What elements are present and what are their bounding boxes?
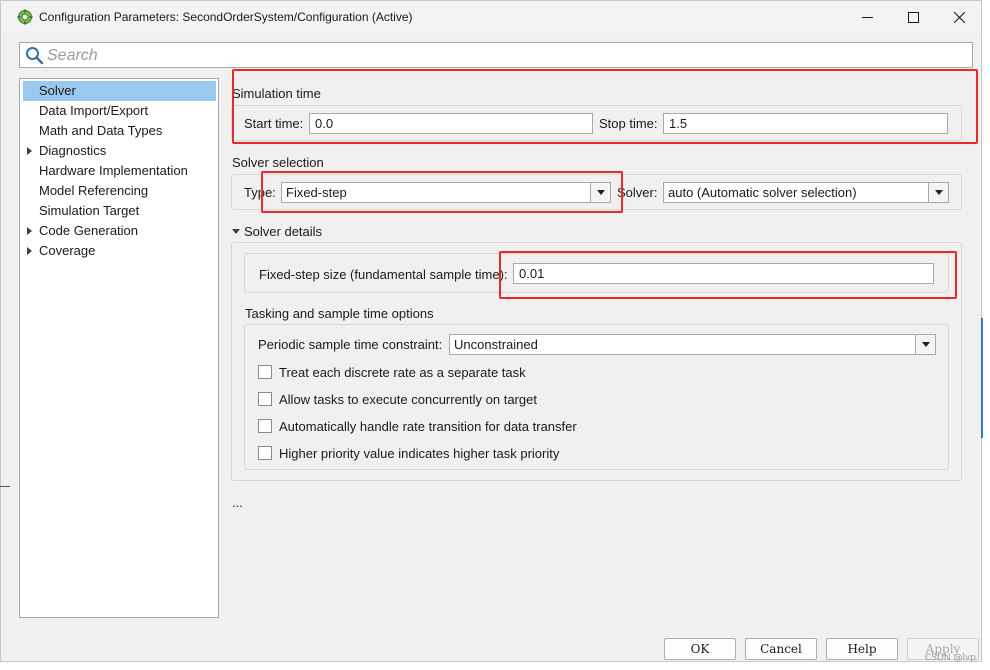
- start-time-label: Start time:: [244, 116, 304, 131]
- periodic-constraint-value: Unconstrained: [454, 337, 538, 352]
- checkbox-label: Higher priority value indicates higher t…: [279, 445, 560, 461]
- window-title: Configuration Parameters: SecondOrderSys…: [39, 10, 413, 24]
- simulation-time-panel: Start time: Stop time:: [231, 105, 962, 141]
- more-options-ellipsis[interactable]: ...: [232, 495, 243, 510]
- step-size-subpanel: Fixed-step size (fundamental sample time…: [244, 253, 949, 293]
- checkbox-row-priority[interactable]: Higher priority value indicates higher t…: [258, 444, 559, 462]
- search-icon: [26, 47, 44, 65]
- maximize-icon: [907, 11, 919, 23]
- tree-item-coverage[interactable]: Coverage: [23, 241, 216, 261]
- maximize-button[interactable]: [890, 1, 936, 33]
- chevron-down-icon: [934, 190, 943, 195]
- ok-button[interactable]: OK: [664, 638, 736, 660]
- tree-item-solver[interactable]: Solver: [23, 81, 216, 101]
- tree-item-math-data-types[interactable]: Math and Data Types: [23, 121, 216, 141]
- tree-item-label: Model Referencing: [39, 183, 149, 198]
- tasking-heading: Tasking and sample time options: [245, 306, 434, 321]
- rate-transition-checkbox[interactable]: [258, 419, 272, 433]
- expand-arrow-icon[interactable]: [27, 147, 32, 155]
- periodic-constraint-label: Periodic sample time constraint:: [258, 337, 443, 352]
- search-input[interactable]: [47, 46, 947, 65]
- start-time-field[interactable]: [309, 113, 593, 134]
- config-parameters-window: Configuration Parameters: SecondOrderSys…: [0, 0, 982, 662]
- solver-dropdown-button[interactable]: [928, 183, 948, 202]
- solver-label: Solver:: [617, 185, 658, 200]
- ok-button-label: OK: [690, 642, 710, 656]
- checkbox-row-rate-transition[interactable]: Automatically handle rate transition for…: [258, 417, 577, 435]
- solver-type-dropdown-button[interactable]: [590, 183, 610, 202]
- fixed-step-size-label: Fixed-step size (fundamental sample time…: [259, 267, 508, 282]
- tree-item-simulation-target[interactable]: Simulation Target: [23, 201, 216, 221]
- tree-item-hardware-implementation[interactable]: Hardware Implementation: [23, 161, 216, 181]
- fixed-step-size-field[interactable]: [513, 263, 934, 284]
- help-button[interactable]: Help: [826, 638, 898, 660]
- tree-item-label: Solver: [39, 83, 76, 98]
- stop-time-label: Stop time:: [599, 116, 658, 131]
- tree-item-label: Diagnostics: [39, 143, 107, 158]
- minimize-button[interactable]: [844, 1, 890, 33]
- close-icon: [953, 11, 965, 23]
- tree-item-label: Coverage: [39, 243, 96, 258]
- help-button-label: Help: [847, 642, 877, 656]
- solver-type-label: Type:: [244, 185, 276, 200]
- cancel-button-label: Cancel: [760, 642, 802, 656]
- chevron-down-icon: [596, 190, 605, 195]
- search-box[interactable]: [19, 42, 973, 68]
- expand-arrow-icon[interactable]: [27, 247, 32, 255]
- simulation-time-heading: Simulation time: [232, 86, 321, 101]
- matlab-gear-icon: [17, 9, 33, 25]
- solver-details-heading[interactable]: Solver details: [244, 224, 322, 239]
- tree-item-label: Simulation Target: [39, 203, 140, 218]
- stop-time-field[interactable]: [663, 113, 948, 134]
- solver-type-dropdown[interactable]: Fixed-step: [281, 182, 611, 203]
- chevron-down-icon: [921, 342, 930, 347]
- tree-item-model-referencing[interactable]: Model Referencing: [23, 181, 216, 201]
- checkbox-row-separate-task[interactable]: Treat each discrete rate as a separate t…: [258, 363, 526, 381]
- category-tree: Solver Data Import/Export Math and Data …: [19, 78, 219, 618]
- tree-item-label: Data Import/Export: [39, 103, 149, 118]
- periodic-constraint-dropdown[interactable]: Unconstrained: [449, 334, 936, 355]
- solver-selection-panel: Type: Fixed-step Solver: auto (Automatic…: [231, 174, 962, 210]
- tree-item-data-import-export[interactable]: Data Import/Export: [23, 101, 216, 121]
- close-button[interactable]: [936, 1, 982, 33]
- tasking-subpanel: Periodic sample time constraint: Unconst…: [244, 324, 949, 470]
- minimize-icon: [861, 16, 873, 18]
- checkbox-row-concurrent-tasks[interactable]: Allow tasks to execute concurrently on t…: [258, 390, 537, 408]
- expand-arrow-icon[interactable]: [27, 227, 32, 235]
- solver-pane: Simulation time Start time: Stop time: S…: [229, 69, 978, 623]
- cancel-button[interactable]: Cancel: [745, 638, 817, 660]
- solver-selection-heading: Solver selection: [232, 155, 324, 170]
- tree-item-code-generation[interactable]: Code Generation: [23, 221, 216, 241]
- background-window-edge: [981, 318, 983, 438]
- tree-item-diagnostics[interactable]: Diagnostics: [23, 141, 216, 161]
- title-bar[interactable]: Configuration Parameters: SecondOrderSys…: [1, 1, 981, 33]
- solver-dropdown[interactable]: auto (Automatic solver selection): [663, 182, 949, 203]
- solver-value: auto (Automatic solver selection): [668, 185, 857, 200]
- priority-checkbox[interactable]: [258, 446, 272, 460]
- collapse-triangle-icon[interactable]: [232, 229, 240, 234]
- tree-item-label: Hardware Implementation: [39, 163, 188, 178]
- tree-item-label: Math and Data Types: [39, 123, 163, 138]
- solver-type-value: Fixed-step: [286, 185, 347, 200]
- checkbox-label: Treat each discrete rate as a separate t…: [279, 364, 526, 380]
- periodic-constraint-dropdown-button[interactable]: [915, 335, 935, 354]
- concurrent-tasks-checkbox[interactable]: [258, 392, 272, 406]
- separate-task-checkbox[interactable]: [258, 365, 272, 379]
- watermark: CSDN @lvp: [924, 653, 976, 663]
- checkbox-label: Automatically handle rate transition for…: [279, 418, 577, 434]
- tree-item-label: Code Generation: [39, 223, 139, 238]
- background-line: [0, 486, 10, 487]
- solver-details-panel: Fixed-step size (fundamental sample time…: [231, 242, 962, 481]
- checkbox-label: Allow tasks to execute concurrently on t…: [279, 391, 537, 407]
